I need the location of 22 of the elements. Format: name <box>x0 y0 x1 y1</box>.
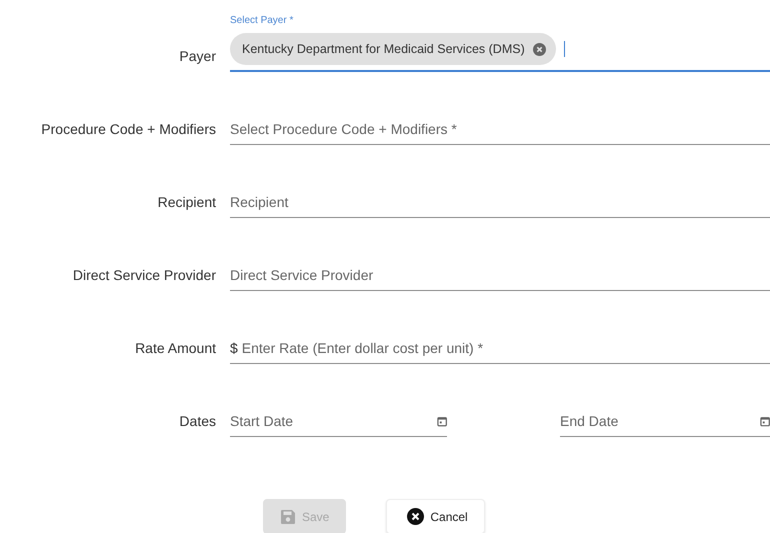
dollar-prefix: $ <box>230 340 238 356</box>
calendar-icon[interactable] <box>436 416 447 426</box>
input-field[interactable]: Select Procedure Code + Modifiers * <box>230 121 770 137</box>
field-label: Rate Amount <box>135 340 216 358</box>
field-label: Recipient <box>158 194 216 212</box>
payer-chip[interactable]: Kentucky Department for Medicaid Services (DMS) <box>230 33 556 65</box>
remove-icon[interactable] <box>532 42 546 56</box>
start-date-field[interactable]: Start Date <box>230 413 433 429</box>
input-field[interactable]: Recipient <box>230 194 770 210</box>
field-label: Select Payer * <box>230 15 294 26</box>
rate-field[interactable]: Enter Rate (Enter dollar cost per unit) * <box>242 340 770 356</box>
field-label: Procedure Code + Modifiers <box>41 121 216 139</box>
field-label: Dates <box>179 413 216 431</box>
input-field[interactable]: Direct Service Provider <box>230 267 770 283</box>
cancel-button[interactable]: Cancel <box>386 499 485 533</box>
end-date-field[interactable]: End Date <box>560 413 756 429</box>
payer-field[interactable]: Kentucky Department for Medicaid Services (DMS) <box>230 32 770 72</box>
calendar-icon[interactable] <box>760 416 770 426</box>
close-icon <box>407 508 424 525</box>
field-label: Payer <box>179 48 216 66</box>
field-label: Direct Service Provider <box>72 267 216 285</box>
save-icon <box>280 508 296 524</box>
